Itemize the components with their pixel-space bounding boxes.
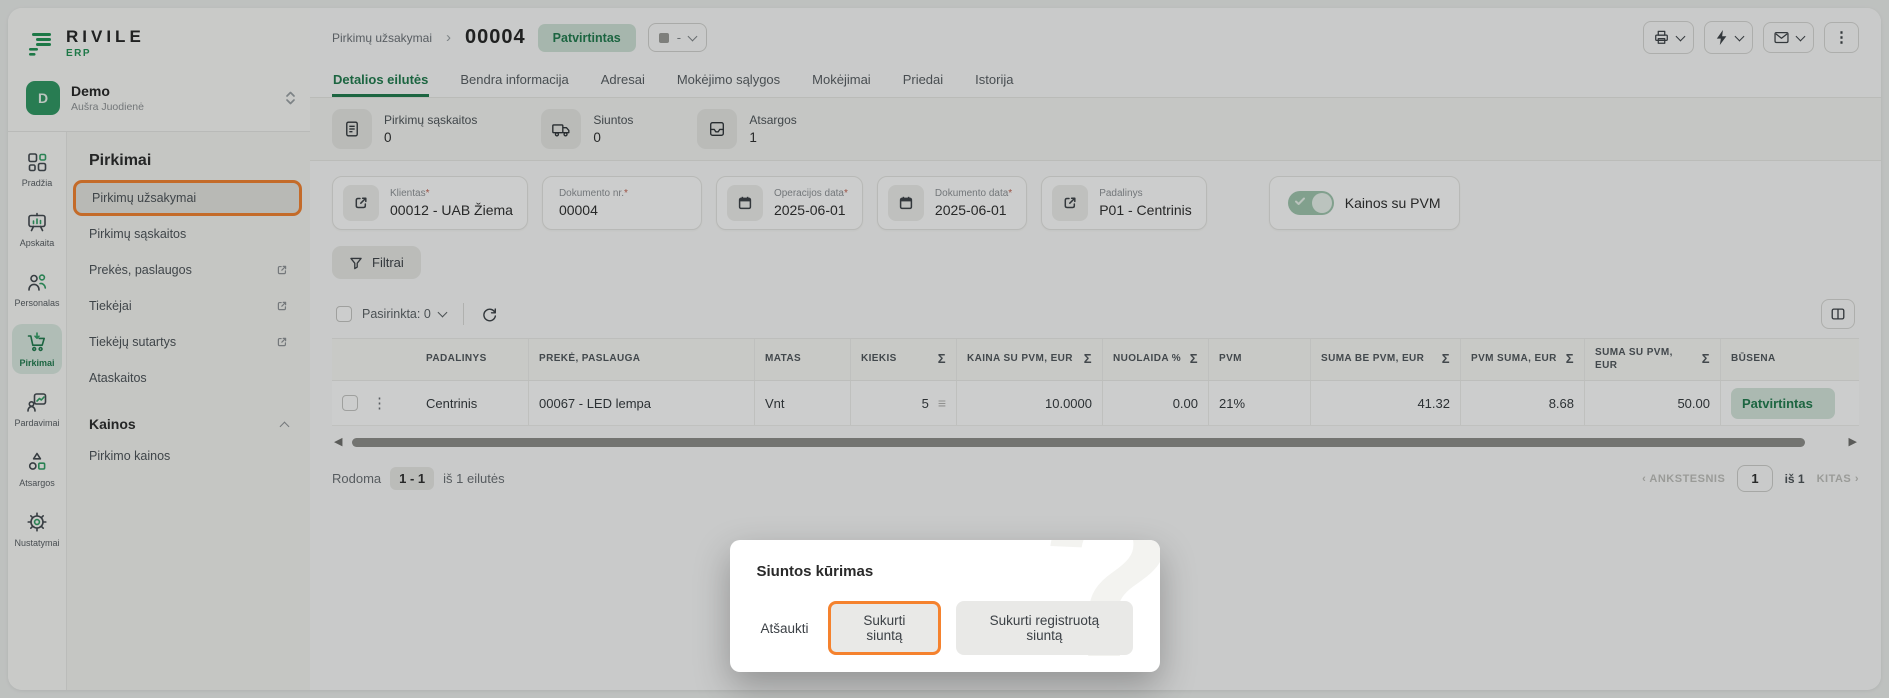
cancel-button[interactable]: Atšaukti <box>757 611 813 646</box>
modal-actions: Atšaukti Sukurti siuntą Sukurti registru… <box>730 580 1160 655</box>
create-shipment-button[interactable]: Sukurti siuntą <box>828 601 942 655</box>
screen: RIVILE ERP D Demo Aušra Juodienė <box>0 0 1889 698</box>
siuntos-kurimas-modal: ? Siuntos kūrimas Atšaukti Sukurti siunt… <box>730 540 1160 672</box>
create-registered-shipment-button[interactable]: Sukurti registruotą siuntą <box>956 601 1132 655</box>
modal-title: Siuntos kūrimas <box>730 540 1160 580</box>
